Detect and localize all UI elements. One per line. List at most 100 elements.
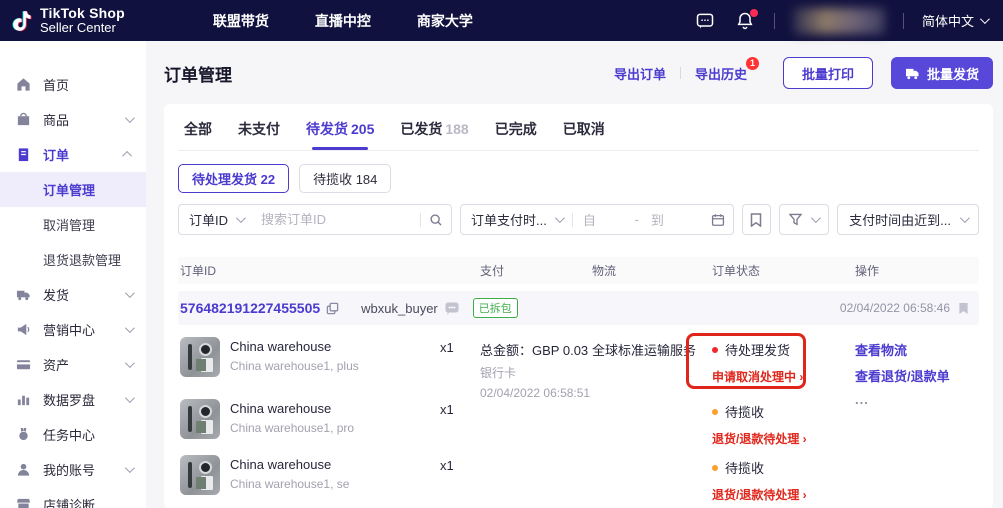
chevron-down-icon — [811, 213, 821, 223]
batch-ship-button[interactable]: 批量发货 — [891, 57, 993, 89]
sidebar-item-marketing[interactable]: 营销中心 — [0, 312, 146, 347]
logistics-service: 全球标准运输服务 — [592, 337, 712, 359]
sidebar-item-cancel-management[interactable]: 取消管理 — [0, 207, 146, 242]
batch-print-button[interactable]: 批量打印 — [783, 57, 873, 89]
status-text: 待处理发货 — [725, 340, 790, 359]
filter-bar: 订单ID 订单支付时... 自 - 到 — [178, 204, 979, 235]
medal-icon — [16, 427, 31, 442]
cancel-request-link[interactable]: 申请取消处理中 › — [712, 368, 855, 385]
filter-dropdown[interactable] — [779, 204, 829, 235]
nav-live-control[interactable]: 直播中控 — [315, 11, 371, 31]
product-image[interactable] — [180, 399, 220, 439]
nav-seller-academy[interactable]: 商家大学 — [417, 11, 473, 31]
message-icon[interactable] — [694, 10, 716, 32]
saved-filter-button[interactable] — [742, 204, 771, 235]
bookmark-icon[interactable] — [958, 302, 969, 315]
product-image[interactable] — [180, 455, 220, 495]
product-variant: China warehouse1, plus — [230, 359, 359, 373]
card-icon — [16, 357, 31, 372]
sidebar-item-order-management[interactable]: 订单管理 — [0, 172, 146, 207]
order-item-row: China warehouse China warehouse1, se x1 … — [178, 443, 979, 505]
search-input[interactable] — [253, 212, 420, 227]
product-image[interactable] — [180, 337, 220, 377]
divider — [903, 13, 904, 29]
search-type-dropdown[interactable]: 订单ID — [179, 210, 253, 229]
chat-icon[interactable] — [445, 302, 459, 315]
tab-all[interactable]: 全部 — [184, 119, 212, 150]
calendar-icon[interactable] — [703, 213, 733, 227]
sidebar-item-analytics[interactable]: 数据罗盘 — [0, 382, 146, 417]
export-orders-link[interactable]: 导出订单 — [614, 64, 666, 83]
sidebar-item-return-refund[interactable]: 退货退款管理 — [0, 242, 146, 277]
copy-icon[interactable] — [326, 302, 339, 315]
col-order-id: 订单ID — [178, 262, 480, 279]
chevron-down-icon — [125, 113, 135, 123]
logo-text: TikTok Shop Seller Center — [40, 6, 125, 34]
status-chips: 待处理发货 22 待揽收 184 — [178, 164, 979, 193]
tab-cancelled[interactable]: 已取消 — [563, 119, 605, 150]
chip-to-process[interactable]: 待处理发货 22 — [178, 164, 289, 193]
divider — [680, 67, 681, 79]
date-from-input[interactable]: 自 — [573, 210, 635, 229]
pay-time-type-dropdown[interactable]: 订单支付时... — [461, 210, 572, 229]
order-item-row: China warehouse China warehouse1, plus x… — [178, 325, 979, 387]
col-actions: 操作 — [855, 262, 979, 279]
sidebar-item-shop-diagnosis[interactable]: 店铺诊断 — [0, 487, 146, 508]
date-to-input[interactable]: 到 — [639, 210, 703, 229]
quantity: x1 — [440, 455, 480, 473]
tiktok-shop-logo[interactable]: TikTok Shop Seller Center — [10, 6, 125, 36]
search-group: 订单ID — [178, 204, 452, 235]
search-icon[interactable] — [421, 213, 451, 227]
chevron-down-icon — [125, 323, 135, 333]
quantity: x1 — [440, 337, 480, 355]
status-dot — [712, 465, 718, 471]
tab-shipped[interactable]: 已发货188 — [400, 119, 468, 150]
chevron-down-icon — [980, 14, 990, 24]
order-card: 全部 未支付 待发货205 已发货188 已完成 已取消 待处理发货 22 待揽… — [164, 104, 993, 508]
sidebar-item-shipping[interactable]: 发货 — [0, 277, 146, 312]
bell-icon[interactable] — [734, 10, 756, 32]
sidebar-item-task-center[interactable]: 任务中心 — [0, 417, 146, 452]
chart-icon — [16, 392, 31, 407]
product-name: China warehouse — [230, 401, 354, 416]
table-header: 订单ID 支付 物流 订单状态 操作 — [178, 257, 979, 284]
return-refund-pending-link[interactable]: 退货/退款待处理 › — [712, 430, 855, 447]
language-selector[interactable]: 简体中文 — [922, 11, 987, 30]
more-actions[interactable]: ... — [855, 392, 979, 407]
view-logistics-link[interactable]: 查看物流 — [855, 340, 979, 359]
chevron-down-icon — [555, 213, 565, 223]
tab-to-ship[interactable]: 待发货205 — [306, 119, 374, 150]
tab-unpaid[interactable]: 未支付 — [238, 119, 280, 150]
avatar[interactable] — [793, 8, 885, 34]
sidebar-item-assets[interactable]: 资产 — [0, 347, 146, 382]
return-refund-pending-link[interactable]: 退货/退款待处理 › — [712, 486, 855, 503]
order-id-link[interactable]: 576482191227455505 — [180, 300, 320, 316]
view-return-refund-link[interactable]: 查看退货/退款单 — [855, 366, 979, 385]
sidebar-item-my-account[interactable]: 我的账号 — [0, 452, 146, 487]
megaphone-icon — [16, 322, 31, 337]
chevron-down-icon — [125, 393, 135, 403]
chevron-down-icon — [125, 288, 135, 298]
notification-dot — [750, 9, 758, 17]
home-icon — [16, 77, 31, 92]
col-status: 订单状态 — [712, 262, 855, 279]
chevron-down-icon — [236, 213, 246, 223]
quantity: x1 — [440, 399, 480, 417]
tab-completed[interactable]: 已完成 — [495, 119, 537, 150]
order-time: 02/04/2022 06:58:46 — [840, 301, 950, 315]
pay-total-label: 总金额： — [480, 343, 532, 358]
nav-affiliate[interactable]: 联盟带货 — [213, 11, 269, 31]
pay-amount: GBP 0.03 — [532, 343, 588, 358]
export-history-link[interactable]: 导出历史 1 — [695, 64, 747, 83]
sidebar-item-orders[interactable]: 订单 — [0, 137, 146, 172]
sidebar-item-home[interactable]: 首页 — [0, 67, 146, 102]
chevron-down-icon — [960, 213, 970, 223]
chip-to-collect[interactable]: 待揽收 184 — [299, 164, 391, 193]
shop-icon — [16, 497, 31, 508]
sort-dropdown[interactable]: 支付时间由近到... — [837, 204, 979, 235]
top-navigation: 联盟带货 直播中控 商家大学 — [213, 11, 473, 31]
main-content: 订单管理 导出订单 导出历史 1 批量打印 批量发货 全部 未支付 待发货205… — [146, 41, 1003, 508]
product-icon — [16, 112, 31, 127]
sidebar-item-products[interactable]: 商品 — [0, 102, 146, 137]
date-filter-group: 订单支付时... 自 - 到 — [460, 204, 734, 235]
